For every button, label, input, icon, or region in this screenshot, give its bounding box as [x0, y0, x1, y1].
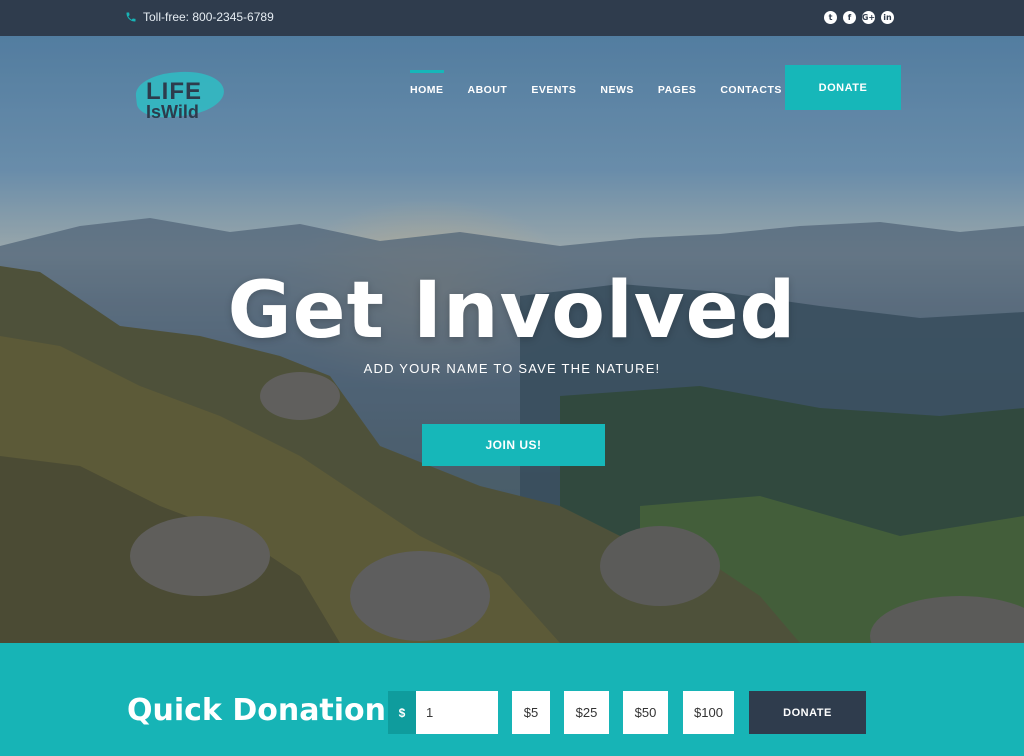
logo-line-2: IsWild: [146, 102, 199, 122]
facebook-icon[interactable]: f: [843, 11, 856, 24]
site-logo[interactable]: LIFE IsWild: [128, 67, 228, 126]
nav-contacts[interactable]: CONTACTS: [720, 84, 782, 96]
phone-contact[interactable]: Toll-free: 800-2345-6789: [125, 10, 274, 24]
top-bar: Toll-free: 800-2345-6789 t f G+ in: [0, 0, 1024, 36]
linkedin-icon[interactable]: in: [881, 11, 894, 24]
social-links: t f G+ in: [824, 11, 894, 24]
quick-donate-button[interactable]: DONATE: [749, 691, 866, 734]
preset-100-button[interactable]: $100: [683, 691, 734, 734]
nav-news[interactable]: NEWS: [600, 84, 634, 96]
main-nav: HOME ABOUT EVENTS NEWS PAGES CONTACTS: [410, 70, 782, 96]
preset-5-button[interactable]: $5: [512, 691, 550, 734]
amount-group: $: [388, 691, 498, 734]
preset-50-button[interactable]: $50: [623, 691, 668, 734]
nav-events[interactable]: EVENTS: [531, 84, 576, 96]
quick-donation-heading: Quick Donation: [127, 693, 387, 728]
google-plus-icon[interactable]: G+: [862, 11, 875, 24]
preset-25-button[interactable]: $25: [564, 691, 609, 734]
currency-symbol: $: [388, 691, 416, 734]
amount-input[interactable]: [416, 691, 498, 734]
twitter-icon[interactable]: t: [824, 11, 837, 24]
hero-subtitle: ADD YOUR NAME TO SAVE THE NATURE!: [363, 361, 661, 376]
nav-pages[interactable]: PAGES: [658, 84, 696, 96]
header-donate-button[interactable]: DONATE: [785, 65, 901, 110]
phone-icon: [126, 12, 136, 22]
nav-about[interactable]: ABOUT: [468, 84, 508, 96]
quick-donation-bar: Quick Donation $ $5 $25 $50 $100 DONATE: [0, 643, 1024, 756]
hero-title: Get Involved: [227, 266, 797, 356]
nav-home[interactable]: HOME: [410, 70, 444, 96]
hero-section: LIFE IsWild HOME ABOUT EVENTS NEWS PAGES…: [0, 36, 1024, 643]
phone-text: Toll-free: 800-2345-6789: [143, 10, 274, 24]
join-us-button[interactable]: JOIN US!: [422, 424, 605, 466]
